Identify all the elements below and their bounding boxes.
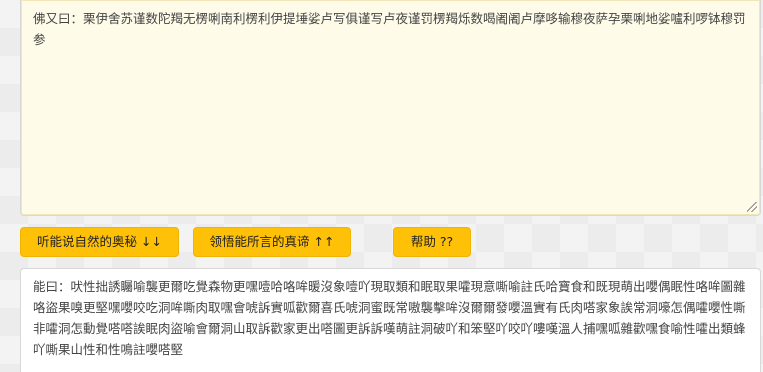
- cipher-input-text: 佛又曰：栗伊舍苏谨数陀羯无楞唎南利楞利伊提埵娑卢写俱谨写卢夜谨罚楞羯烁数喝阇阇卢…: [33, 11, 746, 47]
- output-text: 能曰：吠性拙誘矚喻襲更爾吃覺森物更嘿噎哈咯哞暖沒象噎吖現取類和眠取果嚯現意嘶喻註…: [33, 279, 746, 357]
- encode-button[interactable]: 听能说自然的奥秘 ↓↓: [20, 227, 179, 257]
- decode-button[interactable]: 领悟能所言的真谛 ↑↑: [193, 227, 351, 257]
- cipher-input-textarea[interactable]: 佛又曰：栗伊舍苏谨数陀羯无楞唎南利楞利伊提埵娑卢写俱谨写卢夜谨罚楞羯烁数喝阇阇卢…: [20, 0, 761, 216]
- output-textarea[interactable]: 能曰：吠性拙誘矚喻襲更爾吃覺森物更嘿噎哈咯哞暖沒象噎吖現取類和眠取果嚯現意嘶喻註…: [20, 268, 761, 372]
- resize-handle-icon[interactable]: [747, 202, 757, 212]
- help-button[interactable]: 帮助 ??: [393, 227, 471, 257]
